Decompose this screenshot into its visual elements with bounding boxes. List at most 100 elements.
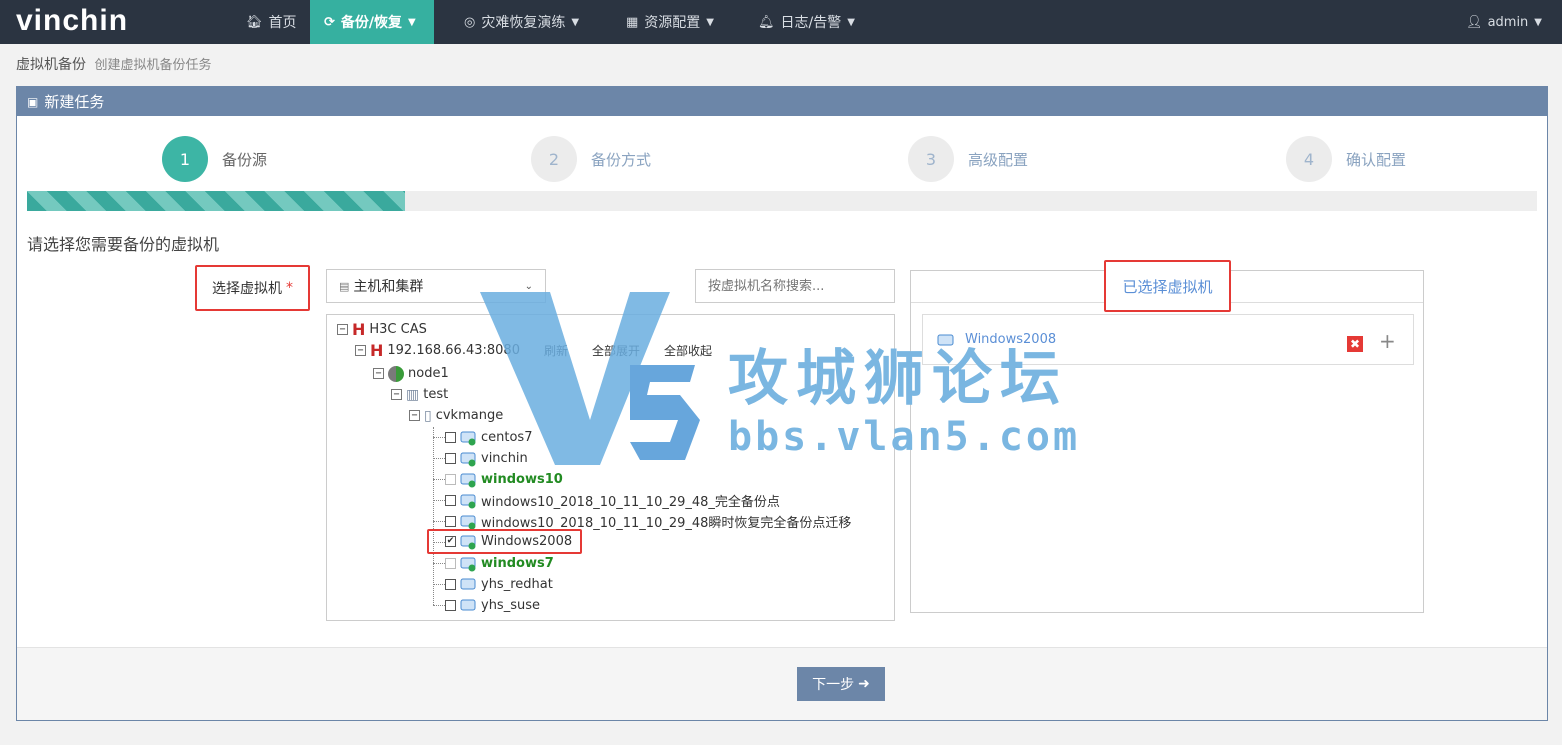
server-icon: ▯ [424, 407, 432, 424]
expand-vm-button[interactable]: + [1379, 329, 1396, 353]
panel-footer [17, 647, 1547, 720]
collapse-all-link[interactable]: 全部收起 [664, 342, 712, 359]
tree-label: node1 [408, 366, 449, 381]
vm-name: windows10_2018_10_11_10_29_48_完全备份点 [481, 495, 780, 510]
tree-label: cvkmange [435, 408, 504, 423]
collapse-toggle[interactable]: − [409, 410, 420, 421]
refresh-link[interactable]: 刷新 [544, 342, 568, 359]
nav-backup-restore[interactable]: ⟳ 备份/恢复 ▼ [310, 0, 434, 44]
user-icon: 👤︎ [1466, 14, 1483, 30]
nav-resources[interactable]: ▦ 资源配置 ▼ [612, 0, 742, 44]
vm-checkbox[interactable] [445, 579, 456, 590]
step-label: 备份方式 [591, 150, 652, 169]
vm-checkbox[interactable] [445, 474, 456, 485]
step-number: 4 [1286, 136, 1332, 182]
vm-row[interactable]: windows7 [445, 553, 554, 574]
bell-icon: 🔔︎ [758, 14, 775, 30]
tree-label: 192.168.66.43:8080 [387, 343, 520, 358]
step-label: 备份源 [222, 150, 268, 169]
select-vm-label: 选择虚拟机 * [195, 265, 310, 311]
collapse-toggle[interactable]: − [391, 389, 402, 400]
watermark-url: bbs.vlan5.com [728, 414, 1081, 460]
vm-checkbox[interactable] [445, 558, 456, 569]
chevron-down-icon: ▼ [571, 16, 580, 28]
step-label: 确认配置 [1346, 150, 1407, 169]
vm-row[interactable]: yhs_redhat [445, 574, 553, 595]
vm-row[interactable]: windows10_2018_10_11_10_29_48_完全备份点 [445, 490, 780, 511]
step-label: 高级配置 [968, 150, 1029, 169]
vm-icon [460, 534, 476, 550]
nav-label: 资源配置 [644, 15, 701, 31]
nav-home[interactable]: 🏠︎ 首页 [232, 0, 310, 44]
vm-row-selected[interactable]: ✔ Windows2008 [427, 529, 582, 554]
vm-checkbox-checked[interactable]: ✔ [445, 536, 456, 547]
vm-row[interactable]: yhs_suse [445, 595, 540, 616]
vm-checkbox[interactable] [445, 516, 456, 527]
tree-guide [433, 563, 445, 564]
vm-checkbox[interactable] [445, 453, 456, 464]
selected-vms-title: 已选择虚拟机 [1104, 260, 1231, 312]
vm-name: yhs_redhat [481, 577, 553, 592]
collapse-toggle[interactable]: − [373, 368, 384, 379]
h3c-logo-icon: H [352, 320, 366, 339]
expand-all-link[interactable]: 全部展开 [592, 342, 640, 359]
vm-icon [460, 514, 476, 530]
select-value: 主机和集群 [353, 279, 424, 295]
nav-dr-drill[interactable]: ◎ 灾难恢复演练 ▼ [450, 0, 610, 44]
tree-guide [433, 605, 445, 606]
tree-node-node1[interactable]: − node1 [373, 363, 449, 384]
tree-node-root[interactable]: − H H3C CAS [337, 319, 427, 340]
nav-label: 备份/恢复 [340, 15, 403, 31]
tree-guide [433, 427, 434, 605]
page-title: 虚拟机备份 [16, 57, 86, 73]
tree-node-cluster[interactable]: − ▥ test [391, 384, 448, 405]
tree-guide [433, 584, 445, 585]
vm-checkbox[interactable] [445, 432, 456, 443]
collapse-toggle[interactable]: − [355, 345, 366, 356]
vm-search-input[interactable] [695, 269, 895, 303]
sync-icon: ⟳ [324, 14, 335, 30]
vm-name: yhs_suse [481, 598, 540, 613]
button-label: 下一步 [812, 677, 855, 693]
vm-name: windows7 [481, 556, 554, 571]
target-icon: ◎ [464, 14, 476, 30]
vm-row[interactable]: vinchin [445, 448, 528, 469]
chevron-down-icon: ⌄ [524, 280, 533, 292]
vm-name: windows10 [481, 472, 563, 487]
progress-fill [27, 191, 405, 211]
brand-logo[interactable]: vinchin [16, 4, 128, 38]
vm-icon [460, 430, 476, 446]
top-navbar: vinchin 🏠︎ 首页 ⟳ 备份/恢复 ▼ ◎ 灾难恢复演练 ▼ ▦ 资源配… [0, 0, 1562, 44]
vm-name: Windows2008 [481, 534, 573, 549]
vm-icon [460, 493, 476, 509]
tree-label: test [423, 387, 449, 402]
user-menu[interactable]: 👤︎ admin ▼ [1466, 0, 1542, 44]
remove-vm-button[interactable]: ✖ [1347, 336, 1363, 352]
cluster-icon: ▤ [339, 279, 350, 293]
vm-icon [460, 556, 476, 572]
collapse-toggle[interactable]: − [337, 324, 348, 335]
view-mode-select[interactable]: ▤ 主机和集群 ⌄ [326, 269, 546, 303]
tree-node-server[interactable]: − ▯ cvkmange [409, 405, 503, 426]
step-number: 2 [531, 136, 577, 182]
step-1: 1 备份源 [162, 136, 267, 182]
gift-icon: ▣ [27, 94, 39, 109]
username: admin [1487, 14, 1529, 30]
step-number: 1 [162, 136, 208, 182]
tree-guide [433, 500, 445, 501]
vm-row[interactable]: windows10 [445, 469, 563, 490]
home-icon: 🏠︎ [246, 14, 263, 30]
next-step-button[interactable]: 下一步 ➜ [797, 667, 885, 701]
chevron-down-icon: ▼ [706, 16, 714, 28]
step-number: 3 [908, 136, 954, 182]
panel-header: ▣ 新建任务 [17, 87, 1547, 116]
vm-icon [460, 472, 476, 488]
vm-row[interactable]: centos7 [445, 427, 532, 448]
vm-name: vinchin [481, 451, 528, 466]
node-icon [388, 365, 404, 382]
tree-node-host[interactable]: − H 192.168.66.43:8080 刷新 全部展开 全部收起 [355, 340, 712, 361]
nav-logs-alerts[interactable]: 🔔︎ 日志/告警 ▼ [744, 0, 874, 44]
vm-checkbox[interactable] [445, 495, 456, 506]
vm-checkbox[interactable] [445, 600, 456, 611]
nav-label: 日志/告警 [780, 15, 842, 31]
